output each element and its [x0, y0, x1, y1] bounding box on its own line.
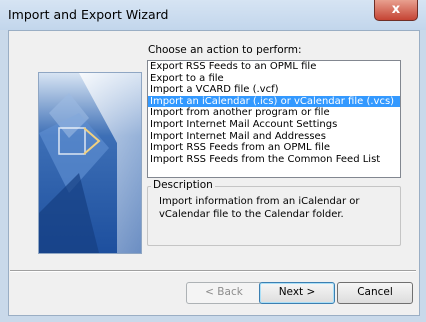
window-title: Import and Export Wizard	[8, 7, 169, 22]
action-list-item[interactable]: Import from another program or file	[148, 107, 400, 119]
cancel-button[interactable]: Cancel	[337, 282, 413, 304]
footer-separator	[10, 270, 416, 272]
action-listbox[interactable]: Export RSS Feeds to an OPML file Export t…	[147, 60, 401, 178]
action-list-item[interactable]: Import Internet Mail Account Settings	[148, 119, 400, 131]
action-list-item[interactable]: Import a VCARD file (.vcf)	[148, 84, 400, 96]
action-list-item[interactable]: Export to a file	[148, 73, 400, 85]
action-list-item[interactable]: Import RSS Feeds from an OPML file	[148, 142, 400, 154]
title-bar[interactable]: Import and Export Wizard x	[0, 0, 426, 30]
description-label: Description	[151, 179, 215, 191]
description-text: Import information from an iCalendar or …	[159, 196, 360, 220]
next-button[interactable]: Next >	[259, 282, 335, 304]
wizard-banner-image	[38, 72, 142, 254]
action-list-item[interactable]: Import RSS Feeds from the Common Feed Li…	[148, 154, 400, 166]
action-list-item[interactable]: Import an iCalendar (.ics) or vCalendar …	[148, 95, 400, 108]
import-export-wizard-window: Import and Export Wizard x Choose an act…	[0, 0, 426, 322]
close-button[interactable]: x	[374, 0, 418, 21]
close-icon: x	[391, 2, 401, 17]
action-prompt-label: Choose an action to perform:	[148, 44, 302, 56]
back-button[interactable]: < Back	[186, 282, 262, 304]
action-list-item[interactable]: Import Internet Mail and Addresses	[148, 131, 400, 143]
action-list-item[interactable]: Export RSS Feeds to an OPML file	[148, 61, 400, 73]
wizard-banner-graphic	[39, 73, 141, 253]
